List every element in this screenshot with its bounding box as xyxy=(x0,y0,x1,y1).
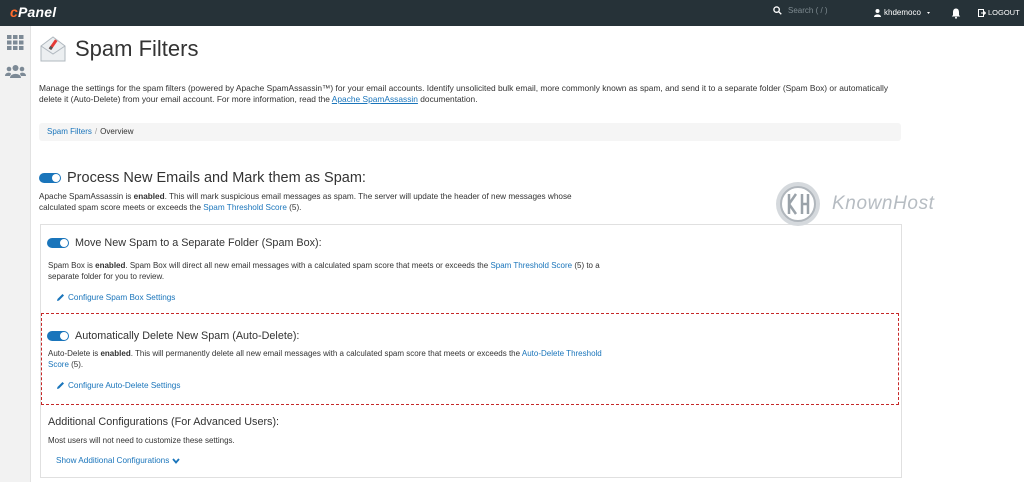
search-placeholder: Search ( / ) xyxy=(788,6,828,15)
spam-box-status: enabled xyxy=(95,261,126,270)
configure-spam-box-link[interactable]: Configure Spam Box Settings xyxy=(56,293,175,302)
process-status: enabled xyxy=(133,192,165,201)
user-menu[interactable]: khdemoco xyxy=(874,8,933,17)
breadcrumb-current: Overview xyxy=(100,127,134,136)
spam-box-header: Move New Spam to a Separate Folder (Spam… xyxy=(47,237,322,249)
main-content: Spam Filters Manage the settings for the… xyxy=(31,26,1024,482)
additional-title: Additional Configurations (For Advanced … xyxy=(48,416,280,428)
breadcrumb: Spam Filters / Overview xyxy=(39,123,901,141)
show-additional-label[interactable]: Show Additional Configurations xyxy=(56,456,169,465)
show-additional-link[interactable]: Show Additional Configurations xyxy=(56,456,181,465)
notifications-bell[interactable] xyxy=(951,6,961,24)
user-icon xyxy=(874,8,881,17)
process-emails-title: Process New Emails and Mark them as Spam… xyxy=(67,170,366,186)
process-emails-text: Apache SpamAssassin is enabled. This wil… xyxy=(39,191,599,213)
username: khdemoco xyxy=(884,8,921,17)
process-emails-header: Process New Emails and Mark them as Spam… xyxy=(39,170,366,186)
process-text-1: Apache SpamAssassin is xyxy=(39,192,134,201)
description-text-end: documentation. xyxy=(417,94,478,104)
page-header: Spam Filters xyxy=(39,36,198,62)
logout-icon xyxy=(978,8,986,17)
bell-icon xyxy=(951,8,961,19)
page-title: Spam Filters xyxy=(75,36,199,61)
knownhost-watermark: KnownHost xyxy=(774,180,935,228)
search-icon xyxy=(773,6,782,15)
logout-label: LOGOUT xyxy=(988,8,1020,17)
process-emails-toggle[interactable] xyxy=(39,173,61,183)
pencil-icon xyxy=(57,294,64,301)
top-bar: cPanel Search ( / ) khdemoco LOGOUT xyxy=(0,0,1024,26)
spam-box-title: Move New Spam to a Separate Folder (Spam… xyxy=(75,237,322,249)
chevron-down-icon xyxy=(172,457,181,464)
configure-spam-box-label[interactable]: Configure Spam Box Settings xyxy=(68,293,175,302)
auto-delete-highlight xyxy=(41,313,899,405)
logout-button[interactable]: LOGOUT xyxy=(978,8,1020,17)
left-sidebar xyxy=(0,26,31,482)
knownhost-logo-icon xyxy=(776,182,820,226)
process-text-3: (5). xyxy=(286,203,302,212)
spam-threshold-link[interactable]: Spam Threshold Score xyxy=(203,203,287,212)
caret-down-icon xyxy=(926,11,930,14)
search-box[interactable]: Search ( / ) xyxy=(773,6,828,15)
users-icon[interactable] xyxy=(5,64,26,78)
page-description: Manage the settings for the spam filters… xyxy=(39,83,909,105)
additional-text: Most users will not need to customize th… xyxy=(48,436,235,445)
spam-box-threshold-link[interactable]: Spam Threshold Score xyxy=(490,261,572,270)
knownhost-text: KnownHost xyxy=(832,193,935,214)
grid-icon[interactable] xyxy=(7,35,24,50)
spam-box-text-1: Spam Box is xyxy=(48,261,96,270)
apache-spamassassin-link[interactable]: Apache SpamAssassin xyxy=(332,94,418,104)
spam-filter-envelope-icon xyxy=(40,36,66,62)
breadcrumb-separator: / xyxy=(94,127,98,136)
breadcrumb-spam-filters[interactable]: Spam Filters xyxy=(47,127,92,136)
spam-box-toggle[interactable] xyxy=(47,238,69,248)
additional-header: Additional Configurations (For Advanced … xyxy=(48,416,279,428)
cpanel-logo[interactable]: cPanel xyxy=(10,4,56,20)
spam-box-text: Spam Box is enabled. Spam Box will direc… xyxy=(48,261,608,282)
spam-box-text-2: . Spam Box will direct all new email mes… xyxy=(125,261,491,270)
